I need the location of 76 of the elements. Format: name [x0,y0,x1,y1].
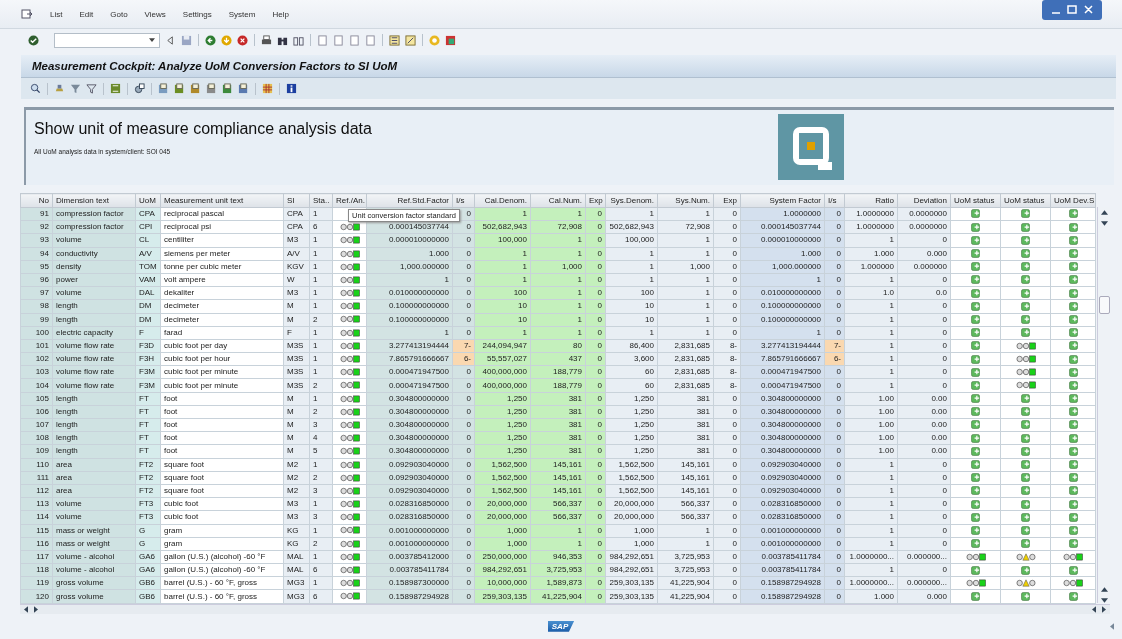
column-header[interactable]: Sys.Denom. [605,193,658,208]
horizontal-scrollbar[interactable] [20,603,1110,614]
caret-icon[interactable] [149,38,155,42]
back-triangle-icon[interactable] [165,34,176,46]
print-icon[interactable] [261,34,272,46]
layout-icon[interactable] [405,34,416,46]
menu-icon[interactable] [21,9,33,19]
table-cell: 0 [824,418,845,432]
sap-logo: SAP [547,620,575,632]
toolbar-icon[interactable] [238,83,249,94]
table-cell: 0 [824,550,845,564]
table-cell: 7- [824,339,845,353]
toolbar-icon[interactable] [190,83,201,94]
column-header[interactable]: Ref./An. [332,193,367,208]
table-cell: 0 [585,273,606,287]
column-header[interactable]: UoM Dev.S [1050,193,1096,208]
scroll-right-icon[interactable] [34,605,38,613]
screen-title: Measurement Cockpit: Analyze UoM Conversion Factors to SI UoM [32,60,398,72]
column-header[interactable]: I/s [824,193,845,208]
column-header[interactable]: No [20,193,53,208]
column-header[interactable]: Exp [585,193,606,208]
column-header[interactable]: Exp [713,193,741,208]
find-next-icon[interactable] [293,34,304,46]
column-header[interactable]: Sys.Num. [657,193,714,208]
scroll-left-icon[interactable] [1092,605,1096,613]
scroll-left-icon[interactable] [24,605,28,613]
menu-item[interactable]: Views [144,9,166,19]
scroll-right-icon[interactable] [1102,605,1106,613]
menu-item[interactable]: Goto [110,9,128,19]
scroll-up-icon[interactable] [1100,587,1108,592]
column-header[interactable]: System Factor [740,193,825,208]
enter-icon[interactable] [28,34,39,46]
menu-item[interactable]: Help [272,9,289,19]
scroll-thumb[interactable] [1098,296,1110,314]
table-cell: 0 [585,550,606,564]
filter-icon[interactable] [86,83,97,94]
column-header[interactable]: Measurement unit text [160,193,284,208]
cancel-icon[interactable] [237,34,248,46]
grid-icon[interactable] [262,83,273,94]
column-header[interactable]: I/s [452,193,475,208]
menu-item[interactable]: System [228,9,256,19]
filter-icon[interactable] [70,83,81,94]
toolbar-icon[interactable] [206,83,217,94]
table-cell: 0 [585,484,606,498]
column-header[interactable]: UoM [135,193,161,208]
back-icon[interactable] [205,34,216,46]
toolbar-icon[interactable] [158,83,169,94]
column-header[interactable]: Dimension text [52,193,136,208]
scroll-down-icon[interactable] [1100,221,1108,226]
table-cell: 0 [585,339,606,353]
command-field[interactable] [54,32,160,48]
details-icon[interactable] [30,83,41,94]
table-cell: 0 [824,273,845,287]
toolbar-icon[interactable] [174,83,185,94]
column-header[interactable]: Ratio [844,193,898,208]
column-header[interactable]: Sta.. [309,193,333,208]
menu-item[interactable]: List [50,9,63,19]
column-header[interactable]: SI [283,193,310,208]
table-cell: 0 [585,418,606,432]
info-icon[interactable] [286,83,297,94]
window-controls-icon[interactable] [1042,0,1102,20]
menu-item[interactable]: Edit [79,9,94,19]
collapse-icon[interactable] [1110,622,1114,630]
column-header[interactable]: UoM status [1000,193,1051,208]
layout-icon[interactable] [389,34,400,46]
column-header[interactable]: Cal.Denom. [474,193,531,208]
column-header[interactable]: Ref.Std.Factor [366,193,453,208]
scroll-up-icon[interactable] [1100,210,1108,215]
toolbar-icon[interactable] [222,83,233,94]
table-cell: 0 [824,484,845,498]
logo-drawing [778,114,844,180]
menu-item[interactable]: Settings [182,9,212,19]
column-header[interactable]: Cal.Num. [530,193,586,208]
column-header[interactable]: UoM status [950,193,1001,208]
column-header[interactable]: Deviation [897,193,951,208]
heading: Show unit of measure compliance analysis data [34,120,372,138]
